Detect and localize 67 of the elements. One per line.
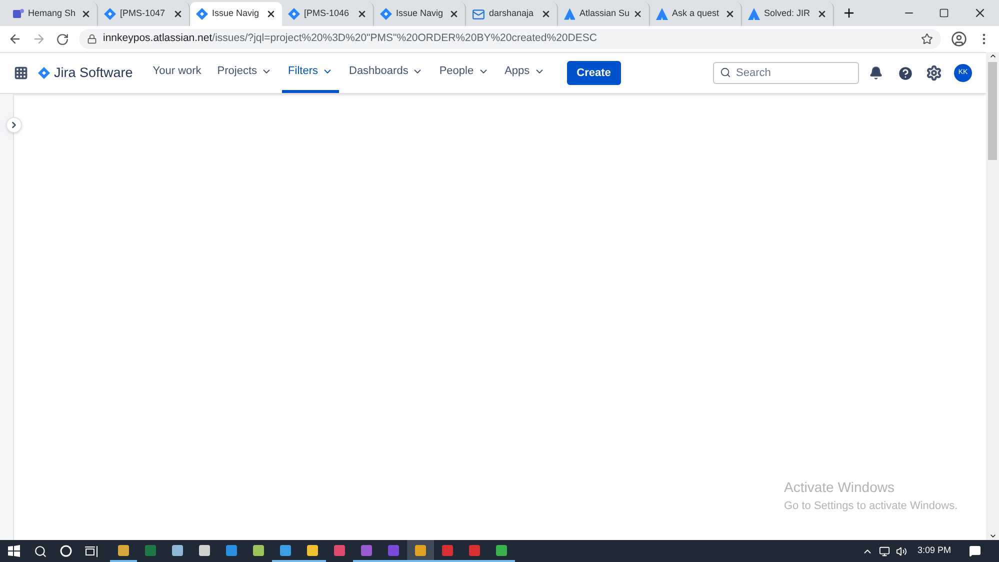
bookmark-star-icon[interactable] — [921, 33, 933, 45]
tab-title: Atlassian Su — [579, 7, 630, 20]
nav-item[interactable]: Apps — [498, 53, 551, 93]
windows-start-icon[interactable] — [8, 545, 20, 557]
close-icon[interactable] — [81, 9, 91, 19]
network-icon[interactable] — [879, 546, 890, 556]
browser-tab[interactable]: Issue Navig — [190, 2, 282, 26]
nav-item[interactable]: Projects — [211, 53, 278, 93]
product-logo[interactable]: Jira Software — [38, 62, 133, 84]
close-icon[interactable] — [266, 9, 276, 19]
nav-item[interactable]: Dashboards — [343, 53, 430, 93]
restore-icon[interactable] — [939, 8, 949, 18]
diamond-icon — [380, 8, 392, 20]
activation-title: Activate Windows — [784, 478, 894, 496]
profile-icon[interactable] — [951, 31, 967, 47]
tab-title: [PMS-1047 — [120, 7, 166, 20]
app-switcher-icon[interactable] — [14, 66, 28, 80]
close-icon[interactable] — [973, 6, 987, 20]
nav-item[interactable]: People — [433, 53, 495, 93]
url-text: innkeypos.atlassian.net/issues/?jql=project%20%3D%20"PMS"%20ORDER%20BY%20created%20DESC — [103, 31, 598, 46]
search-icon — [720, 67, 731, 78]
close-icon[interactable] — [449, 9, 459, 19]
scrollbar-thumb[interactable] — [988, 62, 997, 160]
notifications-icon[interactable] — [869, 66, 883, 80]
search-field[interactable]: Search — [713, 62, 859, 84]
new-tab-icon[interactable] — [842, 6, 856, 20]
scroll-down-icon[interactable] — [988, 532, 996, 540]
close-icon[interactable] — [725, 9, 735, 19]
address-bar[interactable]: innkeypos.atlassian.net/issues/?jql=project%20%3D%20"PMS"%20ORDER%20BY%20created%20DESC — [79, 29, 941, 49]
lock-icon — [87, 34, 97, 44]
close-icon[interactable] — [633, 9, 643, 19]
tab-title: Ask a quest — [672, 7, 720, 20]
settings-icon[interactable] — [926, 65, 942, 81]
tab-title: Solved: JIR — [764, 7, 812, 20]
scroll-up-icon[interactable] — [988, 52, 996, 60]
diamond-icon — [196, 8, 208, 20]
help-icon[interactable] — [897, 64, 914, 82]
triangle-icon — [656, 8, 668, 20]
diamond-icon — [288, 8, 300, 20]
tab-title: Hemang Sh — [28, 7, 77, 20]
activation-message: Go to Settings to activate Windows. — [784, 498, 958, 514]
back-icon[interactable] — [8, 32, 22, 46]
search-icon[interactable] — [34, 544, 47, 558]
triangle-icon — [564, 8, 576, 20]
mail-icon — [472, 8, 485, 20]
tab-title: Issue Navig — [396, 7, 444, 20]
close-icon[interactable] — [357, 9, 367, 19]
task-view-icon[interactable] — [85, 546, 98, 556]
tab-title: darshanaja — [489, 7, 535, 20]
notification-center-icon[interactable] — [969, 545, 981, 557]
create-button[interactable]: Create — [566, 61, 621, 85]
diamond-icon — [104, 8, 116, 20]
nav-item[interactable]: Filters — [282, 53, 339, 93]
volume-icon[interactable] — [896, 546, 908, 556]
triangle-icon — [748, 8, 760, 20]
clock[interactable]: 3:09 PM — [917, 544, 951, 558]
close-icon[interactable] — [541, 9, 551, 19]
chevron-right-icon — [9, 120, 19, 130]
close-icon[interactable] — [173, 9, 183, 19]
close-icon[interactable] — [817, 9, 827, 19]
tab-title: Issue Navig — [212, 7, 260, 20]
scrollbar[interactable] — [986, 52, 999, 540]
reload-icon[interactable] — [56, 32, 69, 46]
taskbar-app[interactable] — [407, 540, 434, 562]
nav-item[interactable]: Your work — [146, 53, 208, 93]
tab-title: [PMS-1046 — [304, 7, 350, 20]
expand-sidebar-button[interactable] — [6, 117, 22, 133]
